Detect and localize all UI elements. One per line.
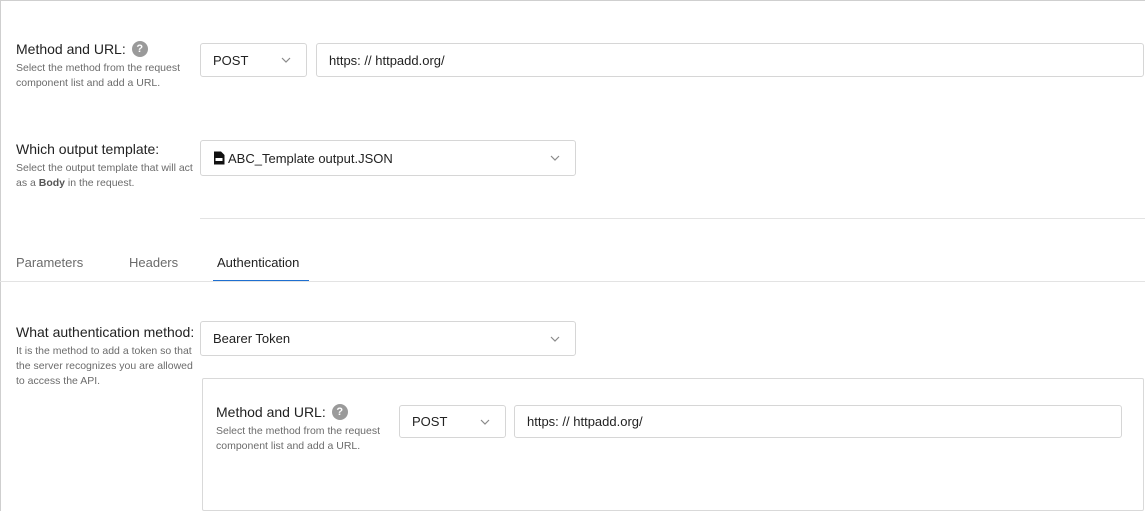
nested-url-input[interactable]: https: // httpadd.org/ xyxy=(514,405,1122,438)
chevron-down-icon xyxy=(547,150,563,166)
chevron-down-icon xyxy=(278,52,294,68)
auth-method-select[interactable]: Bearer Token xyxy=(200,321,576,356)
url-input[interactable]: https: // httpadd.org/ xyxy=(316,43,1144,77)
output-template-description: Select the output template that will act… xyxy=(16,162,193,189)
method-url-title: Method and URL: xyxy=(16,41,126,57)
nested-method-select[interactable]: POST xyxy=(399,405,506,438)
chevron-down-icon xyxy=(547,331,563,347)
method-select[interactable]: POST xyxy=(200,43,307,77)
output-template-value: ABC_Template output.JSON xyxy=(228,150,393,166)
auth-method-title: What authentication method: xyxy=(16,324,195,340)
nested-method-url-label-group: Method and URL: ? Select the method from… xyxy=(216,403,386,454)
output-template-select[interactable]: ABC_Template output.JSON xyxy=(200,140,576,176)
file-icon xyxy=(213,151,225,165)
chevron-down-icon xyxy=(477,414,493,430)
method-url-description: Select the method from the request compo… xyxy=(16,62,181,89)
auth-method-label-group: What authentication method: It is the me… xyxy=(16,323,196,389)
tab-authentication[interactable]: Authentication xyxy=(217,255,299,270)
output-template-title: Which output template: xyxy=(16,141,160,157)
help-icon[interactable]: ? xyxy=(331,404,348,420)
tab-parameters[interactable]: Parameters xyxy=(16,255,83,270)
url-input-value: https: // httpadd.org/ xyxy=(329,52,445,68)
help-icon[interactable]: ? xyxy=(131,41,148,57)
nested-method-url-description: Select the method from the request compo… xyxy=(216,425,381,452)
output-template-label-group: Which output template: Select the output… xyxy=(16,140,196,191)
section-divider xyxy=(200,218,1145,219)
nested-url-input-value: https: // httpadd.org/ xyxy=(527,414,643,429)
auth-method-value: Bearer Token xyxy=(213,331,291,346)
nested-method-select-value: POST xyxy=(412,414,448,429)
method-url-label-group: Method and URL: ? Select the method from… xyxy=(16,40,186,91)
auth-method-description: It is the method to add a token so that … xyxy=(16,345,193,387)
tabs-divider xyxy=(0,281,1145,282)
tab-headers[interactable]: Headers xyxy=(129,255,178,270)
nested-method-url-title: Method and URL: xyxy=(216,404,326,420)
method-select-value: POST xyxy=(213,52,249,68)
